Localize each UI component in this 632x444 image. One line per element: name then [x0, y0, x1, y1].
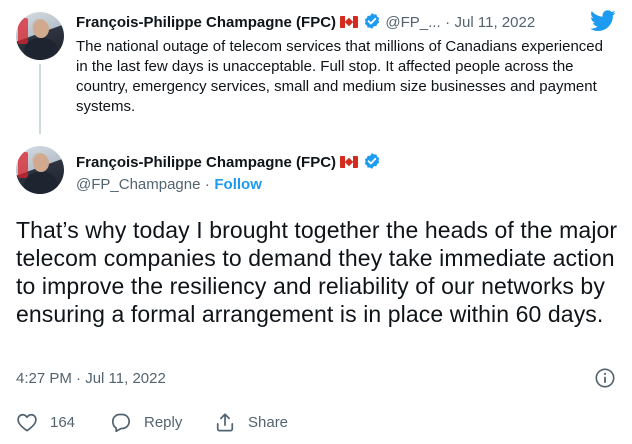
canada-flag-icon: [340, 156, 359, 168]
main-tweet-author-line: François-Philippe Champagne (FPC): [76, 152, 381, 172]
like-button[interactable]: 164: [16, 412, 75, 432]
canada-flag-icon: [340, 16, 359, 28]
parent-tweet-header: François-Philippe Champagne (FPC) @FP_..…: [76, 12, 535, 32]
main-handle[interactable]: @FP_Champagne: [76, 176, 200, 193]
thread-connector-line: [39, 64, 41, 134]
parent-handle[interactable]: @FP_...: [385, 14, 440, 31]
main-author-name[interactable]: François-Philippe Champagne (FPC): [76, 154, 336, 171]
reply-bubble-icon: [111, 413, 131, 432]
parent-author-avatar[interactable]: [16, 12, 64, 60]
heart-icon: [17, 413, 37, 432]
share-label: Share: [248, 413, 289, 431]
parent-author-name[interactable]: François-Philippe Champagne (FPC): [76, 14, 336, 31]
reply-label: Reply: [144, 413, 183, 431]
share-button[interactable]: Share: [214, 412, 288, 432]
parent-tweet-text: The national outage of telecom services …: [76, 38, 603, 115]
like-count: 164: [50, 413, 76, 431]
reply-button[interactable]: Reply: [110, 412, 182, 432]
main-author-avatar[interactable]: [16, 146, 64, 194]
tweet-timestamp[interactable]: 4:27 PM · Jul 11, 2022: [16, 370, 166, 387]
parent-date[interactable]: Jul 11, 2022: [455, 14, 536, 31]
verified-badge-icon: [364, 13, 380, 29]
parent-separator: ·: [445, 14, 451, 31]
follow-button[interactable]: Follow: [214, 176, 262, 193]
main-separator: ·: [204, 176, 210, 193]
main-tweet-text: That’s why today I brought together the …: [16, 217, 618, 327]
share-icon: [216, 413, 234, 432]
main-tweet-handle-line: @FP_Champagne · Follow: [76, 176, 262, 194]
verified-badge-icon: [364, 153, 380, 169]
info-icon[interactable]: [594, 367, 616, 389]
twitter-bird-icon[interactable]: [590, 10, 616, 32]
